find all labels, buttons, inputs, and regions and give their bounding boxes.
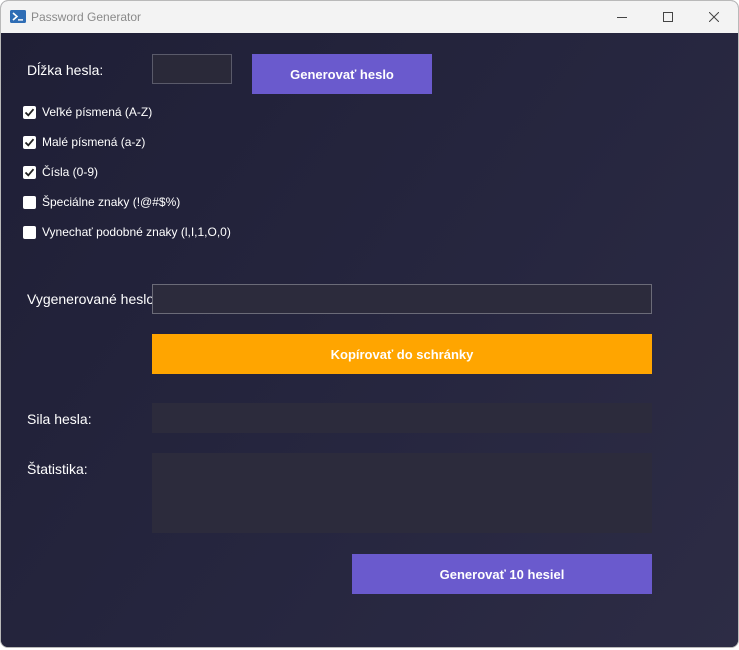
maximize-button[interactable] <box>645 1 691 33</box>
option-label: Veľké písmená (A-Z) <box>42 105 153 119</box>
title-bar[interactable]: Password Generator <box>1 1 738 33</box>
window-title: Password Generator <box>31 10 142 24</box>
statistics-label: Štatistika: <box>27 461 88 477</box>
minimize-button[interactable] <box>599 1 645 33</box>
option-digits[interactable]: Čísla (0-9) <box>23 164 98 180</box>
copy-to-clipboard-button[interactable]: Kopírovať do schránky <box>152 334 652 374</box>
strength-field <box>152 403 652 433</box>
option-label: Špeciálne znaky (!@#$%) <box>42 195 181 209</box>
minimize-icon <box>617 17 627 18</box>
generated-password-field[interactable] <box>152 284 652 314</box>
checkbox-lowercase[interactable] <box>23 135 36 149</box>
checkmark-icon <box>24 138 35 147</box>
close-button[interactable] <box>691 1 737 33</box>
checkbox-special[interactable] <box>23 195 36 209</box>
option-uppercase[interactable]: Veľké písmená (A-Z) <box>23 104 152 120</box>
app-window: Password Generator Dĺžka hesla: Generova… <box>0 0 739 648</box>
option-lowercase[interactable]: Malé písmená (a-z) <box>23 134 145 150</box>
checkbox-digits[interactable] <box>23 165 36 179</box>
strength-label: Sila hesla: <box>27 411 92 427</box>
checkmark-icon <box>24 108 35 117</box>
length-input[interactable] <box>152 54 232 84</box>
option-label: Malé písmená (a-z) <box>42 135 146 149</box>
checkbox-uppercase[interactable] <box>23 105 36 119</box>
checkmark-icon <box>24 168 35 177</box>
generate-10-passwords-button[interactable]: Generovať 10 hesiel <box>352 554 652 594</box>
generated-password-label: Vygenerované heslo <box>27 291 155 307</box>
powershell-icon <box>10 10 26 23</box>
statistics-area <box>152 453 652 533</box>
maximize-icon <box>663 12 673 22</box>
option-exclude-similar[interactable]: Vynechať podobné znaky (l,I,1,O,0) <box>23 224 231 240</box>
option-label: Vynechať podobné znaky (l,I,1,O,0) <box>42 225 231 239</box>
length-label: Dĺžka hesla: <box>27 62 104 78</box>
generate-password-button[interactable]: Generovať heslo <box>252 54 432 94</box>
close-icon <box>709 12 719 22</box>
option-special[interactable]: Špeciálne znaky (!@#$%) <box>23 194 180 210</box>
option-label: Čísla (0-9) <box>42 165 99 179</box>
checkbox-exclude-similar[interactable] <box>23 225 36 239</box>
main-panel: Dĺžka hesla: Generovať heslo Veľké písme… <box>1 33 738 647</box>
